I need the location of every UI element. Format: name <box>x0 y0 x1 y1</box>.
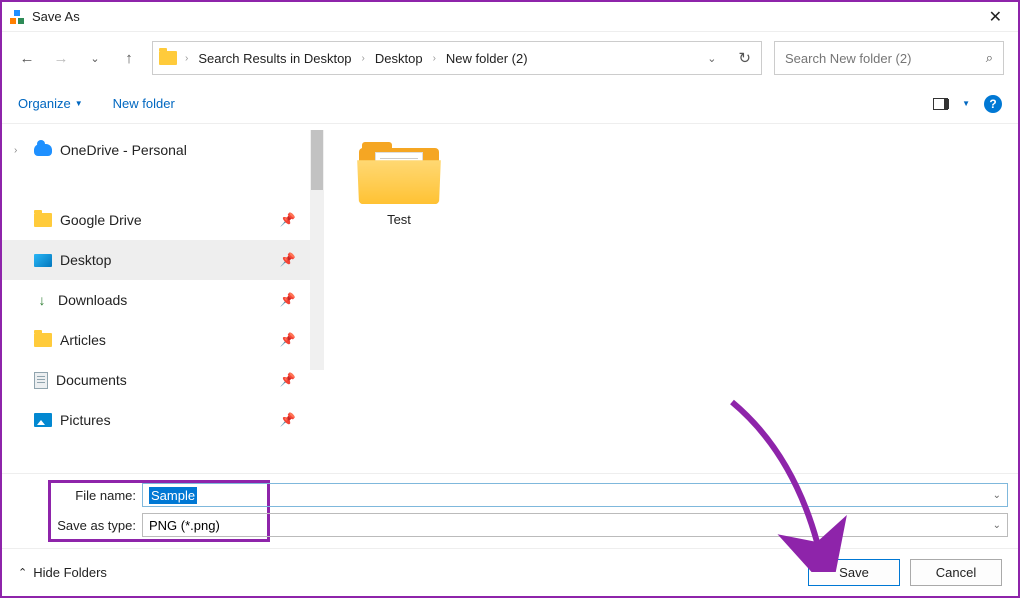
pin-icon: 📌 <box>280 372 296 388</box>
address-dropdown[interactable]: ⌄ <box>703 48 720 69</box>
tree-item-articles[interactable]: Articles 📌 <box>2 320 324 360</box>
tree-label: Articles <box>60 332 106 348</box>
chevron-right-icon[interactable]: › <box>431 53 438 64</box>
organize-label: Organize <box>18 96 71 111</box>
chevron-down-icon[interactable]: ⌄ <box>993 520 1001 531</box>
download-icon: ↓ <box>34 292 50 308</box>
folder-icon <box>159 51 177 65</box>
tree-item-downloads[interactable]: ↓ Downloads 📌 <box>2 280 324 320</box>
tree-item-documents[interactable]: Documents 📌 <box>2 360 324 400</box>
nav-tree: › OneDrive - Personal Google Drive 📌 Des… <box>2 124 324 473</box>
pin-icon: 📌 <box>280 332 296 348</box>
folder-icon <box>34 213 52 227</box>
pin-icon: 📌 <box>280 412 296 428</box>
chevron-right-icon[interactable]: › <box>183 53 190 64</box>
chevron-down-icon: ▼ <box>75 99 83 108</box>
new-folder-button[interactable]: New folder <box>113 96 175 111</box>
view-dropdown[interactable]: ▼ <box>962 99 970 108</box>
hide-folders-toggle[interactable]: ⌃ Hide Folders <box>18 565 107 580</box>
tree-item-gdrive[interactable]: Google Drive 📌 <box>2 200 324 240</box>
up-button[interactable]: ↑ <box>118 47 140 69</box>
folder-icon <box>359 142 439 204</box>
layout-icon[interactable] <box>933 98 948 110</box>
pin-icon: 📌 <box>280 252 296 268</box>
search-icon[interactable]: ⌕ <box>986 50 993 66</box>
forward-button[interactable]: → <box>50 47 72 69</box>
back-button[interactable]: ← <box>16 47 38 69</box>
file-list[interactable]: Test <box>324 124 1018 473</box>
tree-label: Desktop <box>60 252 111 268</box>
command-bar: Organize ▼ New folder ▼ ? <box>2 84 1018 124</box>
close-button[interactable]: ✕ <box>981 3 1010 31</box>
address-bar[interactable]: › Search Results in Desktop › Desktop › … <box>152 41 762 75</box>
breadcrumb-item[interactable]: Search Results in Desktop <box>196 47 353 70</box>
filename-label: File name: <box>12 488 142 503</box>
chevron-right-icon[interactable]: › <box>14 145 26 156</box>
tree-item-pictures[interactable]: Pictures 📌 <box>2 400 324 440</box>
pictures-icon <box>34 413 52 427</box>
refresh-button[interactable]: ↻ <box>734 45 755 71</box>
breadcrumb-item[interactable]: New folder (2) <box>444 47 530 70</box>
folder-item[interactable]: Test <box>344 142 454 227</box>
tree-scrollbar[interactable] <box>310 130 324 370</box>
filename-input[interactable]: Sample ⌄ <box>142 483 1008 507</box>
chevron-down-icon[interactable]: ⌄ <box>993 490 1001 501</box>
pin-icon: 📌 <box>280 212 296 228</box>
tree-item-onedrive[interactable]: › OneDrive - Personal <box>2 130 324 170</box>
savetype-select[interactable]: PNG (*.png) ⌄ <box>142 513 1008 537</box>
savetype-label: Save as type: <box>12 518 142 533</box>
document-icon <box>34 372 48 389</box>
cloud-icon <box>34 144 52 156</box>
chevron-up-icon: ⌃ <box>18 566 27 579</box>
save-as-dialog: Save As ✕ ← → ⌄ ↑ › Search Results in De… <box>0 0 1020 598</box>
window-title: Save As <box>32 9 80 24</box>
dialog-body: › OneDrive - Personal Google Drive 📌 Des… <box>2 124 1018 473</box>
save-fields: File name: Sample ⌄ Save as type: PNG (*… <box>2 473 1018 548</box>
title-bar: Save As ✕ <box>2 2 1018 32</box>
nav-toolbar: ← → ⌄ ↑ › Search Results in Desktop › De… <box>2 32 1018 84</box>
savetype-value: PNG (*.png) <box>149 518 220 533</box>
tree-label: Downloads <box>58 292 127 308</box>
item-label: Test <box>344 212 454 227</box>
tree-label: Pictures <box>60 412 111 428</box>
search-input[interactable] <box>785 51 986 66</box>
save-button[interactable]: Save <box>808 559 900 586</box>
tree-label: Documents <box>56 372 127 388</box>
cancel-button[interactable]: Cancel <box>910 559 1002 586</box>
folder-icon <box>34 333 52 347</box>
desktop-icon <box>34 254 52 267</box>
tree-item-desktop[interactable]: Desktop 📌 <box>2 240 324 280</box>
dialog-footer: ⌃ Hide Folders Save Cancel <box>2 548 1018 596</box>
hide-folders-label: Hide Folders <box>33 565 107 580</box>
filename-value: Sample <box>149 487 197 504</box>
breadcrumb-item[interactable]: Desktop <box>373 47 425 70</box>
help-button[interactable]: ? <box>984 95 1002 113</box>
scrollbar-thumb[interactable] <box>311 130 323 190</box>
organize-menu[interactable]: Organize ▼ <box>18 96 83 111</box>
recent-dropdown[interactable]: ⌄ <box>84 47 106 69</box>
tree-label: OneDrive - Personal <box>60 142 187 158</box>
chevron-right-icon[interactable]: › <box>360 53 367 64</box>
pin-icon: 📌 <box>280 292 296 308</box>
app-icon <box>10 10 24 24</box>
tree-label: Google Drive <box>60 212 142 228</box>
search-box[interactable]: ⌕ <box>774 41 1004 75</box>
